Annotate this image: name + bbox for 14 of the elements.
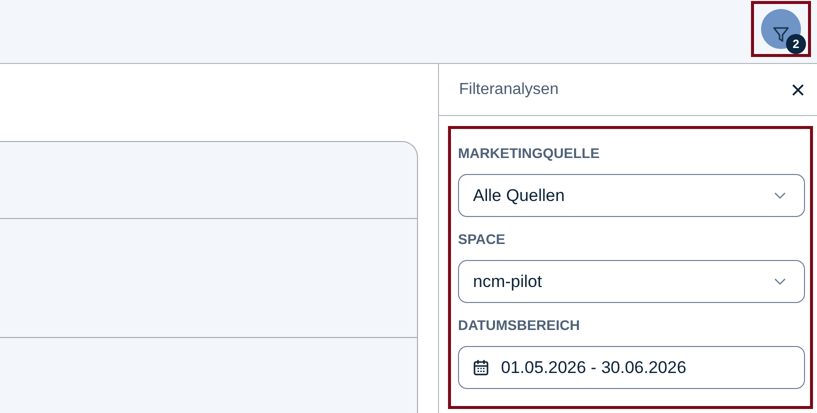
- panel-title: Filteranalysen: [459, 80, 559, 100]
- field-label: DATUMSBEREICH: [458, 316, 581, 335]
- date-range-field[interactable]: 01.05.2026 - 30.06.2026: [458, 346, 805, 389]
- filter-icon: [772, 26, 790, 44]
- select-field[interactable]: ncm-pilot: [458, 260, 805, 303]
- field-label: MARKETINGQUELLE: [458, 144, 601, 163]
- close-icon[interactable]: [791, 82, 805, 96]
- filter-button[interactable]: [761, 9, 801, 49]
- calendar-icon: [473, 359, 489, 376]
- field-label: SPACE: [458, 230, 506, 249]
- select-field[interactable]: Alle Quellen: [458, 174, 805, 217]
- chevron-down-icon: [774, 192, 786, 199]
- count-badge: 2: [786, 34, 806, 54]
- chevron-down-icon: [774, 278, 786, 285]
